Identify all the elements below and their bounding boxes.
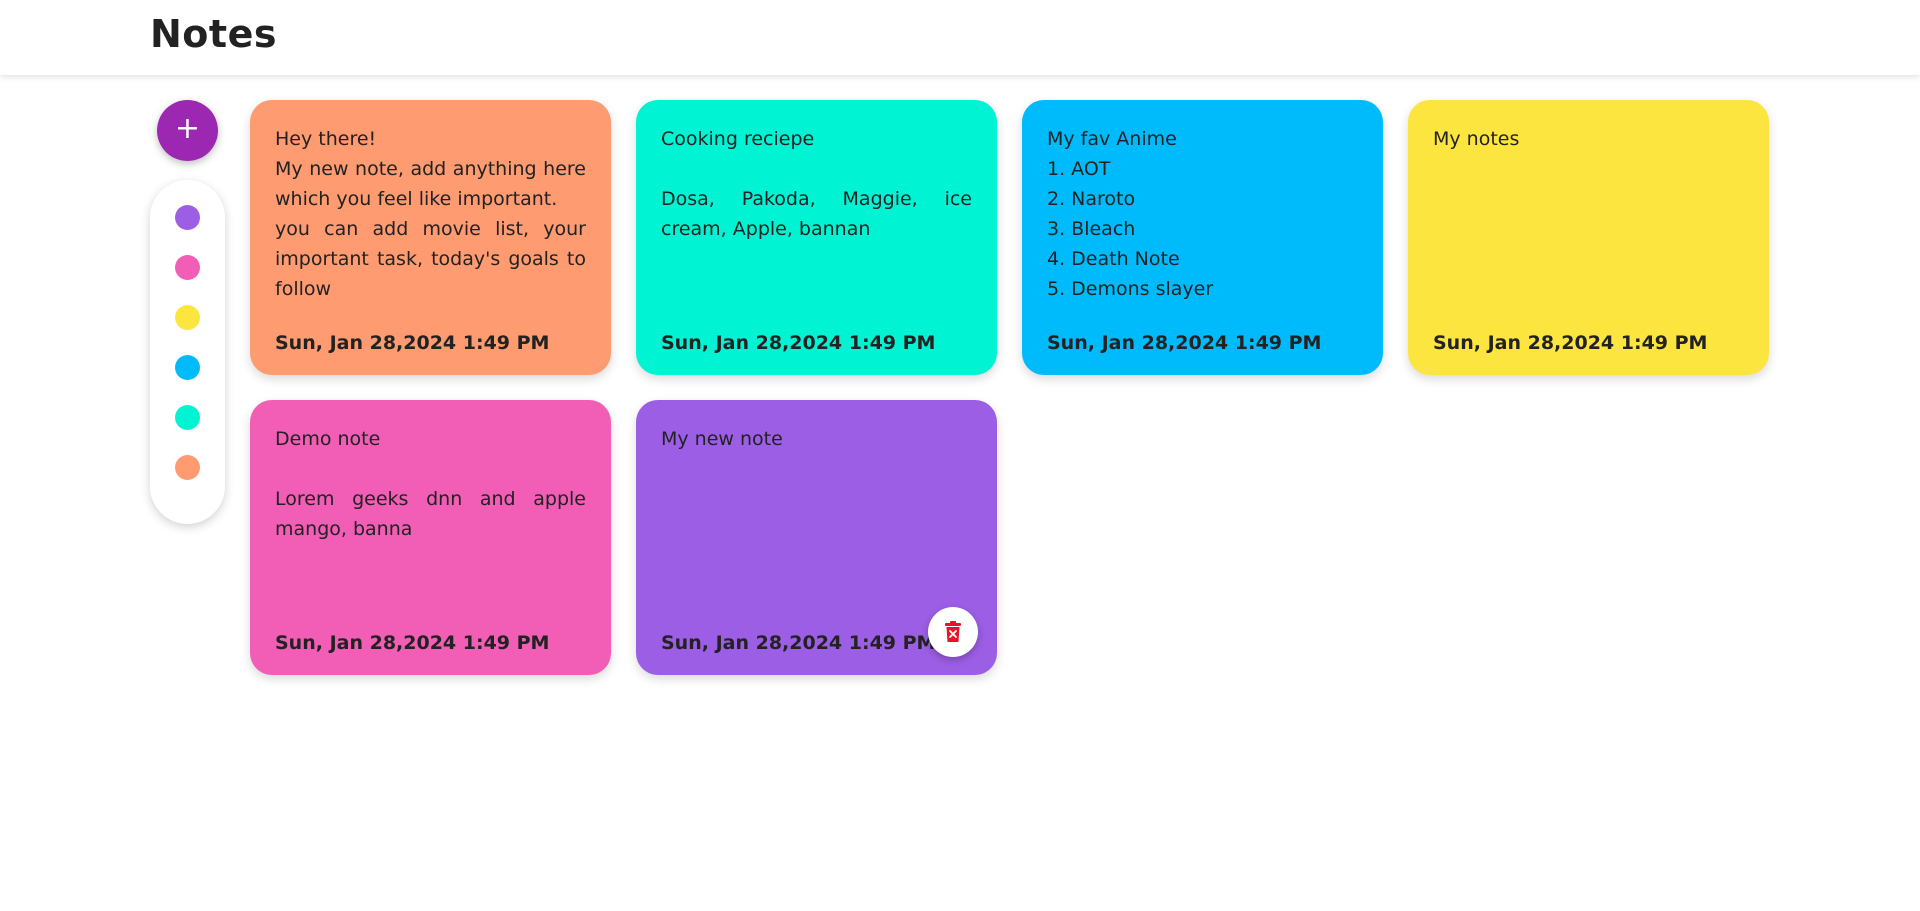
color-swatch-blue[interactable] — [175, 355, 200, 380]
note-date: Sun, Jan 28,2024 1:49 PM — [661, 632, 936, 654]
note-text[interactable]: Demo note Lorem geeks dnn and apple mang… — [275, 424, 586, 544]
color-swatch-yellow[interactable] — [175, 305, 200, 330]
note-date: Sun, Jan 28,2024 1:49 PM — [661, 332, 936, 354]
note-date: Sun, Jan 28,2024 1:49 PM — [1047, 332, 1322, 354]
color-swatch-purple[interactable] — [175, 205, 200, 230]
note-line: Demo note — [275, 428, 381, 450]
note-card[interactable]: My notes Sun, Jan 28,2024 1:49 PM — [1408, 100, 1769, 375]
add-note-button[interactable]: + — [157, 100, 218, 161]
note-text[interactable]: My notes — [1433, 124, 1744, 154]
note-line: 4. Death Note — [1047, 248, 1180, 270]
note-line: 1. AOT — [1047, 158, 1111, 180]
note-text[interactable]: My fav Anime 1. AOT 2. Naroto 3. Bleach … — [1047, 124, 1358, 304]
note-line: Dosa, Pakoda, Maggie, ice cream, Apple, … — [661, 188, 972, 240]
note-line: you can add movie list, your important t… — [275, 218, 586, 300]
note-line — [275, 454, 586, 484]
note-line: 2. Naroto — [1047, 188, 1136, 210]
note-line: My notes — [1433, 128, 1520, 150]
note-line: Hey there! — [275, 128, 377, 150]
note-date: Sun, Jan 28,2024 1:49 PM — [275, 332, 550, 354]
note-card[interactable]: Demo note Lorem geeks dnn and apple mang… — [250, 400, 611, 675]
color-swatch-orange[interactable] — [175, 455, 200, 480]
trash-icon — [945, 621, 961, 642]
note-text[interactable]: My new note — [661, 424, 972, 454]
note-date: Sun, Jan 28,2024 1:49 PM — [275, 632, 550, 654]
note-line — [661, 154, 972, 184]
color-swatch-teal[interactable] — [175, 405, 200, 430]
note-line: 3. Bleach — [1047, 218, 1136, 240]
delete-note-button[interactable] — [928, 607, 978, 657]
note-card[interactable]: My fav Anime 1. AOT 2. Naroto 3. Bleach … — [1022, 100, 1383, 375]
note-line: Cooking reciepe — [661, 128, 815, 150]
note-line: My new note — [661, 428, 783, 450]
note-line: My new note, add anything here which you… — [275, 158, 586, 210]
note-line: My fav Anime — [1047, 128, 1177, 150]
color-palette — [150, 180, 225, 524]
note-line: 5. Demons slayer — [1047, 278, 1214, 300]
note-card[interactable]: Hey there! My new note, add anything her… — [250, 100, 611, 375]
note-text[interactable]: Cooking reciepe Dosa, Pakoda, Maggie, ic… — [661, 124, 972, 244]
note-date: Sun, Jan 28,2024 1:49 PM — [1433, 332, 1708, 354]
note-card[interactable]: Cooking reciepe Dosa, Pakoda, Maggie, ic… — [636, 100, 997, 375]
page-title: Notes — [150, 12, 277, 56]
app-header: Notes — [0, 0, 1920, 75]
note-line: Lorem geeks dnn and apple mango, banna — [275, 488, 586, 540]
color-swatch-pink[interactable] — [175, 255, 200, 280]
note-card[interactable]: My new note Sun, Jan 28,2024 1:49 PM — [636, 400, 997, 675]
note-text[interactable]: Hey there! My new note, add anything her… — [275, 124, 586, 304]
